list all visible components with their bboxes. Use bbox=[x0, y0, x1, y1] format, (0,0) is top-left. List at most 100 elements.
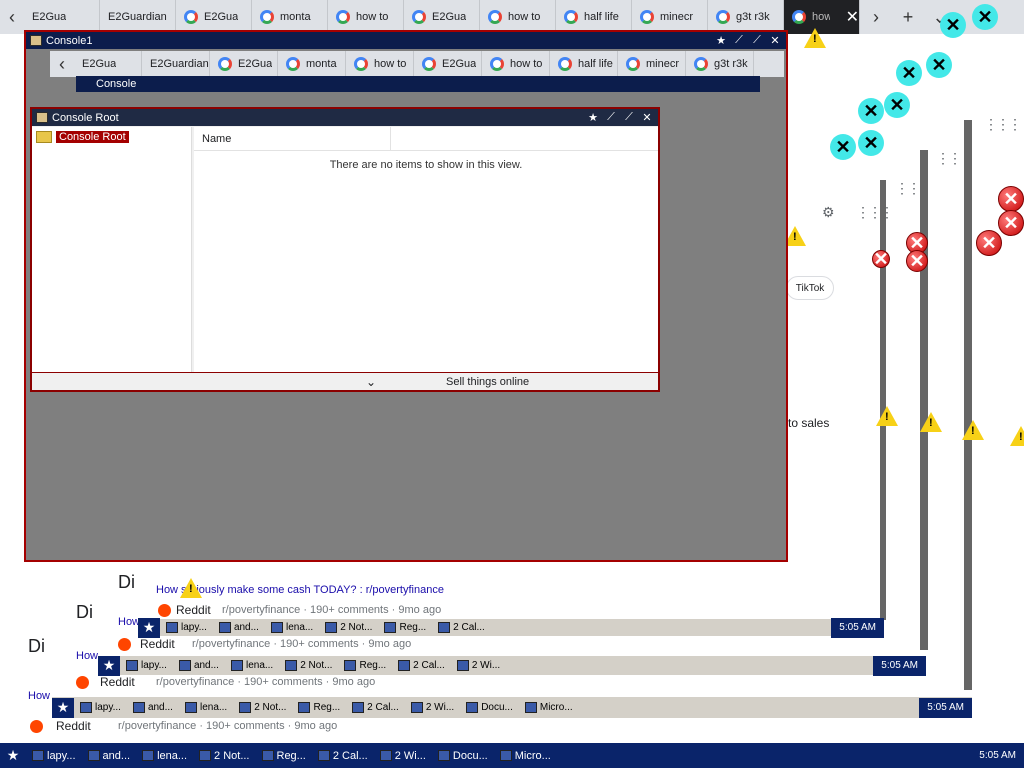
search-result-title[interactable]: How bbox=[76, 650, 98, 662]
maximize-button[interactable]: ⟋ bbox=[622, 111, 636, 124]
browser-tab[interactable]: E2Gua bbox=[414, 51, 482, 77]
apps-grid-icon[interactable]: ⋮⋮⋮ bbox=[856, 204, 894, 221]
taskbar-item[interactable]: lapy... bbox=[120, 657, 173, 675]
browser-tab[interactable]: E2Gua bbox=[74, 51, 142, 77]
close-button[interactable]: ✕ bbox=[768, 34, 782, 47]
result-meta: r/povertyfinance · 190+ comments · 9mo a… bbox=[118, 720, 338, 732]
taskbar-item[interactable]: lena... bbox=[265, 619, 319, 637]
browser-tab[interactable]: minecr bbox=[618, 51, 686, 77]
column-divider[interactable] bbox=[390, 127, 391, 151]
taskbar-item[interactable]: 2 Not... bbox=[233, 699, 292, 717]
browser-tab[interactable]: E2Guardian bbox=[142, 51, 210, 77]
browser-tab[interactable]: E2Gua bbox=[210, 51, 278, 77]
tab-title: E2Guardian bbox=[150, 58, 209, 70]
taskbar-item[interactable]: Reg... bbox=[256, 747, 312, 765]
settings-gear-icon[interactable]: ⚙ bbox=[822, 204, 835, 221]
minimize-button[interactable]: ⟋ bbox=[732, 34, 746, 47]
taskbar-item[interactable]: Reg... bbox=[292, 699, 346, 717]
tree-item-console-root[interactable]: Console Root bbox=[36, 131, 187, 143]
browser-tab[interactable]: E2Gua bbox=[404, 0, 480, 34]
column-header-name[interactable]: Name bbox=[202, 133, 231, 145]
taskbar-item[interactable]: 2 Cal... bbox=[392, 657, 451, 675]
taskbar-item[interactable]: 2 Cal... bbox=[432, 619, 491, 637]
browser-tab[interactable]: minecr bbox=[632, 0, 708, 34]
clock[interactable]: 5:05 AM bbox=[839, 622, 876, 633]
taskbar-item[interactable]: lena... bbox=[179, 699, 233, 717]
tab-scroll-left-button[interactable]: ‹ bbox=[0, 0, 24, 34]
start-button[interactable]: ★ bbox=[98, 655, 120, 676]
console1-titlebar[interactable]: Console1 ★ ⟋ ⟋ ✕ bbox=[26, 32, 786, 49]
close-error-icon[interactable]: ✕ bbox=[830, 134, 856, 160]
close-tab-icon[interactable]: ✕ bbox=[846, 7, 859, 27]
console-root-titlebar[interactable]: Console Root ★ ⟋ ⟋ ✕ bbox=[32, 109, 658, 126]
close-error-icon[interactable]: ✕ bbox=[858, 98, 884, 124]
maximize-button[interactable]: ⟋ bbox=[750, 34, 764, 47]
taskbar-item[interactable]: and... bbox=[213, 619, 265, 637]
google-icon bbox=[336, 10, 350, 24]
taskbar-item[interactable]: 2 Wi... bbox=[451, 657, 506, 675]
result-meta: r/povertyfinance · 190+ comments · 9mo a… bbox=[156, 676, 376, 688]
taskbar-item[interactable]: 2 Wi... bbox=[405, 699, 460, 717]
taskbar-item[interactable]: 2 Cal... bbox=[346, 699, 405, 717]
browser-tab[interactable]: g3t r3k bbox=[708, 0, 784, 34]
browser-tab[interactable]: E2Guardian bbox=[100, 0, 176, 34]
taskbar-item[interactable]: lapy... bbox=[160, 619, 213, 637]
browser-tab[interactable]: monta bbox=[252, 0, 328, 34]
taskbar-item[interactable]: Reg... bbox=[378, 619, 432, 637]
search-result-title[interactable]: How bbox=[28, 690, 50, 702]
taskbar-item[interactable]: lena... bbox=[225, 657, 279, 675]
taskbar-item[interactable]: 2 Not... bbox=[193, 747, 255, 765]
apps-grid-icon[interactable]: ⋮⋮⋮ bbox=[984, 116, 1022, 133]
taskbar-item[interactable]: 2 Not... bbox=[279, 657, 338, 675]
browser-tab[interactable]: how to bbox=[482, 51, 550, 77]
browser-tab[interactable]: E2Gua bbox=[24, 0, 100, 34]
close-error-icon[interactable]: ✕ bbox=[926, 52, 952, 78]
browser-tab[interactable]: g3t r3k bbox=[686, 51, 754, 77]
taskbar-item[interactable]: and... bbox=[173, 657, 225, 675]
clock[interactable]: 5:05 AM bbox=[927, 702, 964, 713]
taskbar-item[interactable]: Micro... bbox=[519, 699, 579, 717]
browser-tab-strip: ‹ E2Gua E2Guardian E2Gua monta how to E2… bbox=[0, 0, 1024, 34]
browser-tab[interactable]: monta bbox=[278, 51, 346, 77]
taskbar-item[interactable]: Reg... bbox=[338, 657, 392, 675]
browser-tab[interactable]: half life bbox=[556, 0, 632, 34]
close-error-icon[interactable]: ✕ bbox=[940, 12, 966, 38]
browser-tab[interactable]: how to bbox=[346, 51, 414, 77]
start-button[interactable]: ★ bbox=[52, 697, 74, 718]
minimize-button[interactable]: ⟋ bbox=[604, 111, 618, 124]
browser-tab[interactable]: how to bbox=[328, 0, 404, 34]
taskbar-item[interactable]: 2 Cal... bbox=[312, 747, 374, 765]
star-icon[interactable]: ★ bbox=[586, 111, 600, 124]
taskbar-item[interactable]: and... bbox=[82, 747, 137, 765]
browser-tab[interactable]: E2Gua bbox=[176, 0, 252, 34]
taskbar-item[interactable]: Micro... bbox=[494, 747, 557, 765]
close-error-icon[interactable]: ✕ bbox=[884, 92, 910, 118]
tiktok-chip[interactable]: TikTok bbox=[786, 276, 834, 300]
close-error-icon[interactable]: ✕ bbox=[972, 4, 998, 30]
clock[interactable]: 5:05 AM bbox=[881, 660, 918, 671]
taskbar-item[interactable]: Docu... bbox=[432, 747, 494, 765]
close-error-icon[interactable]: ✕ bbox=[896, 60, 922, 86]
app-icon bbox=[285, 660, 298, 671]
start-button[interactable]: ★ bbox=[138, 617, 160, 638]
search-result-title[interactable]: How bbox=[118, 616, 140, 628]
chevron-down-icon[interactable]: ⌄ bbox=[366, 375, 376, 389]
tab-scroll-right-button[interactable]: › bbox=[860, 0, 892, 34]
taskbar-item[interactable]: Docu... bbox=[460, 699, 519, 717]
taskbar-item[interactable]: lena... bbox=[136, 747, 193, 765]
browser-tab[interactable]: how to bbox=[480, 0, 556, 34]
taskbar-item[interactable]: lapy... bbox=[74, 699, 127, 717]
taskbar-item[interactable]: 2 Not... bbox=[319, 619, 378, 637]
star-icon[interactable]: ★ bbox=[714, 34, 728, 47]
inner-console-titlebar[interactable]: Console bbox=[76, 76, 760, 92]
browser-tab[interactable]: half life bbox=[550, 51, 618, 77]
close-button[interactable]: ✕ bbox=[640, 111, 654, 124]
taskbar-item[interactable]: lapy... bbox=[26, 747, 82, 765]
close-error-icon[interactable]: ✕ bbox=[858, 130, 884, 156]
clock[interactable]: 5:05 AM bbox=[979, 750, 1016, 761]
taskbar-item[interactable]: and... bbox=[127, 699, 179, 717]
start-button[interactable]: ★ bbox=[0, 743, 26, 768]
new-tab-button[interactable]: + bbox=[892, 0, 924, 34]
tab-scroll-left-button[interactable]: ‹ bbox=[50, 47, 74, 81]
taskbar-item[interactable]: 2 Wi... bbox=[374, 747, 432, 765]
